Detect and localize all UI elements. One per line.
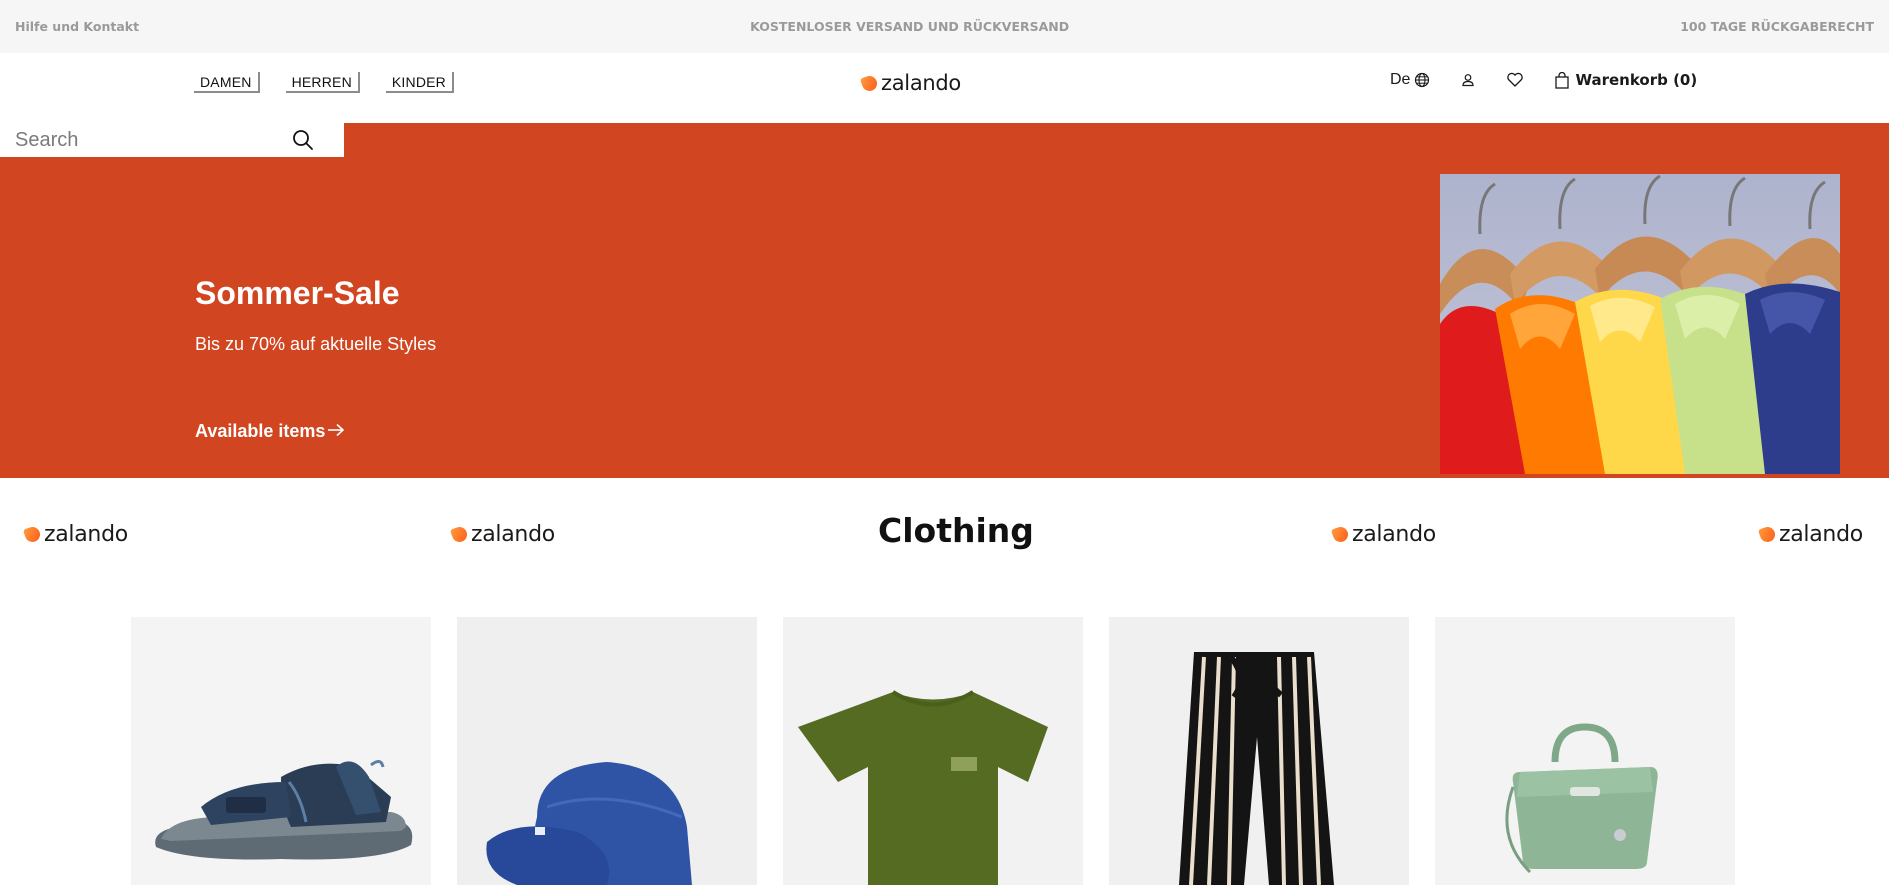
logo-mark-icon [449,524,470,545]
cart-label: Warenkorb (0) [1575,71,1698,89]
nav-kinder-button[interactable]: KINDER [385,72,454,93]
hero-subtitle: Bis zu 70% auf aktuelle Styles [195,334,437,354]
strip-logo-text: zalando [1352,522,1436,547]
globe-icon [1414,72,1430,88]
heart-icon[interactable] [1506,72,1524,88]
tshirt-image [783,617,1083,885]
sandal-image [131,617,431,885]
available-items-link[interactable]: Available items [195,421,345,442]
strip-logo-text: zalando [471,522,555,547]
nav-damen-button[interactable]: DAMEN [194,72,260,93]
search-input[interactable] [0,128,280,152]
product-grid [131,617,1735,885]
zalando-logo[interactable]: zalando [859,71,961,95]
strip-logo-3: zalando [1330,522,1436,547]
return-policy-notice: 100 TAGE RÜCKGABERECHT [1680,19,1874,34]
logo-mark-icon [1330,524,1351,545]
language-selector[interactable]: De [1390,71,1430,89]
user-icon[interactable] [1460,72,1476,88]
arrow-right-icon [327,421,345,442]
hero-shirts-image [1440,174,1840,474]
brand-strip: zalando zalando Clothing zalando zalando [0,478,1889,588]
header-actions: De Warenkorb (0) [1390,71,1697,89]
product-card-cap[interactable] [457,617,757,885]
gender-nav: DAMEN HERREN KINDER [194,72,454,93]
product-card-handbag[interactable] [1435,617,1735,885]
hero-banner: Sommer-Sale Bis zu 70% auf aktuelle Styl… [0,123,1889,478]
handbag-image [1435,617,1735,885]
shopping-bag-icon [1554,71,1570,89]
logo-mark-icon [859,73,880,93]
search-icon[interactable] [291,128,315,152]
language-label: De [1390,71,1411,88]
free-shipping-notice: KOSTENLOSER VERSAND UND RÜCKVERSAND [750,19,1070,34]
logo-mark-icon [1757,524,1778,545]
logo-wordmark: zalando [881,71,961,95]
search-bar [0,123,344,157]
logo-mark-icon [22,524,43,545]
hero-title: Sommer-Sale [195,275,400,311]
main-header: DAMEN HERREN KINDER zalando De Warenkorb… [0,53,1889,123]
strip-logo-text: zalando [1779,522,1863,547]
cap-image [457,617,757,885]
product-card-sandal[interactable] [131,617,431,885]
help-contact-link[interactable]: Hilfe und Kontakt [15,19,139,34]
strip-logo-1: zalando [22,522,128,547]
strip-logo-text: zalando [44,522,128,547]
top-info-bar: Hilfe und Kontakt KOSTENLOSER VERSAND UN… [0,0,1889,53]
available-items-label: Available items [195,421,326,441]
strip-logo-4: zalando [1757,522,1863,547]
nav-herren-button[interactable]: HERREN [285,72,360,93]
strip-logo-2: zalando [449,522,555,547]
cart-button[interactable]: Warenkorb (0) [1554,71,1697,89]
product-card-trousers[interactable] [1109,617,1409,885]
product-card-tshirt[interactable] [783,617,1083,885]
clothing-heading: Clothing [878,511,1034,550]
trousers-image [1109,617,1409,885]
